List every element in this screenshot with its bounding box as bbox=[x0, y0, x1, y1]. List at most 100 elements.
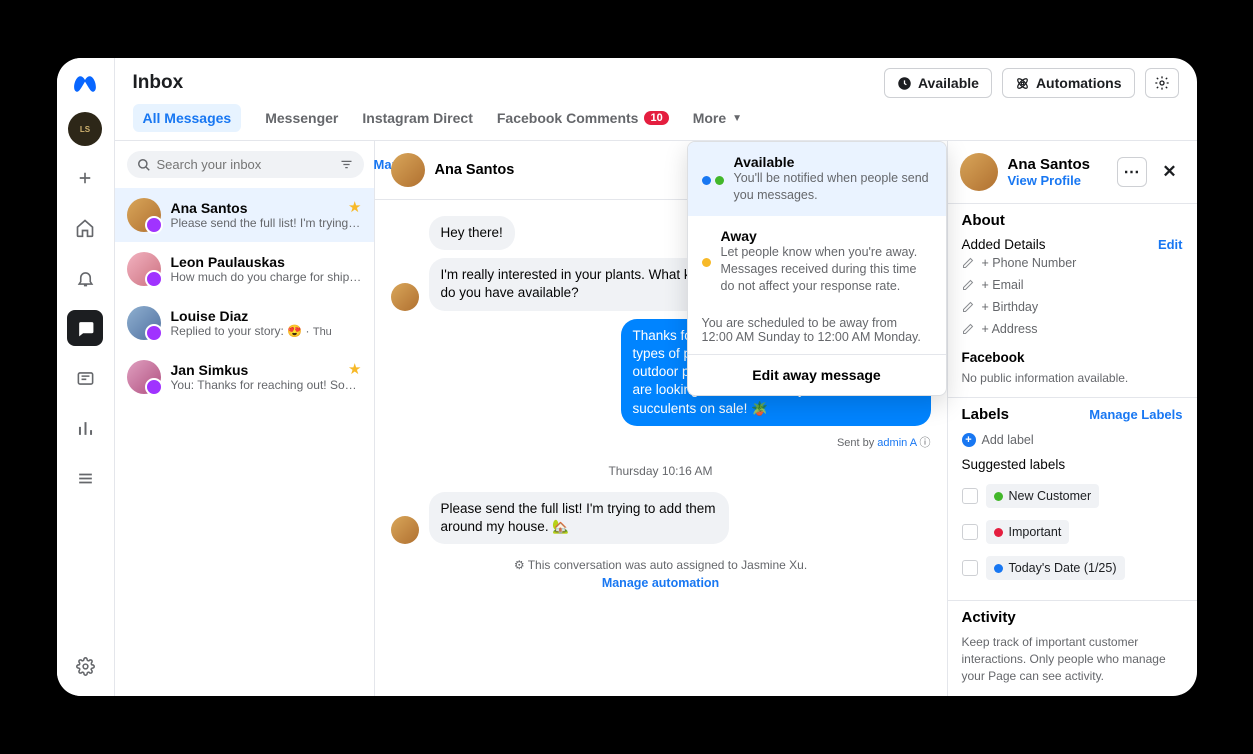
main-column: Inbox Available Automations All Messages… bbox=[115, 58, 1197, 696]
available-desc: You'll be notified when people send you … bbox=[734, 170, 932, 204]
availability-dropdown: Available You'll be notified when people… bbox=[687, 141, 947, 396]
bell-icon[interactable] bbox=[67, 260, 103, 296]
content-area: Manage Ana Santos Please send the full l… bbox=[115, 141, 1197, 696]
label-row[interactable]: Today's Date (1/25) bbox=[962, 552, 1183, 584]
clock-icon bbox=[897, 76, 912, 91]
available-button[interactable]: Available bbox=[884, 68, 992, 98]
label-dot bbox=[994, 492, 1003, 501]
no-public-info: No public information available. bbox=[962, 371, 1183, 385]
filter-icon[interactable] bbox=[339, 157, 354, 172]
brand-avatar[interactable]: LS bbox=[68, 112, 102, 146]
conversation-item[interactable]: Louise Diaz Replied to your story: 😍 · T… bbox=[115, 296, 374, 350]
chat-thread: Ana Santos Hey there! I'm really interes… bbox=[375, 141, 947, 696]
home-icon[interactable] bbox=[67, 210, 103, 246]
conversation-item[interactable]: Leon Paulauskas How much do you charge f… bbox=[115, 242, 374, 296]
posts-icon[interactable] bbox=[67, 360, 103, 396]
suggested-labels-title: Suggested labels bbox=[962, 457, 1183, 472]
label-row[interactable]: New Customer bbox=[962, 480, 1183, 512]
page-title: Inbox bbox=[133, 72, 184, 94]
tab-messenger[interactable]: Messenger bbox=[265, 106, 338, 130]
pencil-icon bbox=[962, 279, 974, 291]
manage-automation-link[interactable]: Manage automation bbox=[391, 576, 931, 590]
conversation-preview: Replied to your story: 😍 bbox=[171, 324, 303, 338]
avatar bbox=[391, 283, 419, 311]
sent-by-line: Sent by admin A ⓘ bbox=[391, 434, 931, 450]
status-dots bbox=[702, 231, 711, 295]
close-button[interactable]: ✕ bbox=[1155, 157, 1185, 187]
sent-by-admin-link[interactable]: admin A bbox=[877, 437, 916, 449]
menu-icon[interactable] bbox=[67, 460, 103, 496]
pencil-icon bbox=[962, 301, 974, 313]
info-icon[interactable]: ⓘ bbox=[920, 437, 931, 449]
add-email[interactable]: + Email bbox=[962, 274, 1183, 296]
conversation-item[interactable]: Jan Simkus You: Thanks for reaching out!… bbox=[115, 350, 374, 404]
conversation-item[interactable]: Ana Santos Please send the full list! I'… bbox=[115, 188, 374, 242]
add-icon[interactable] bbox=[67, 160, 103, 196]
meta-logo-icon[interactable] bbox=[71, 70, 99, 98]
label-row[interactable]: Important bbox=[962, 516, 1183, 548]
tab-facebook-comments[interactable]: Facebook Comments 10 bbox=[497, 106, 669, 130]
tab-more[interactable]: More ▼ bbox=[693, 106, 742, 130]
edit-details-link[interactable]: Edit bbox=[1158, 237, 1183, 252]
add-address[interactable]: + Address bbox=[962, 318, 1183, 340]
star-icon: ★ bbox=[348, 198, 361, 216]
labels-section: Labels Manage Labels + Add label Suggest… bbox=[948, 397, 1197, 600]
inbox-icon[interactable] bbox=[67, 310, 103, 346]
automations-button[interactable]: Automations bbox=[1002, 68, 1135, 98]
label-dot bbox=[994, 564, 1003, 573]
label-dot bbox=[994, 528, 1003, 537]
manage-labels-link[interactable]: Manage Labels bbox=[1089, 407, 1182, 422]
checkbox[interactable] bbox=[962, 488, 978, 504]
fb-comments-badge: 10 bbox=[644, 111, 668, 125]
details-name: Ana Santos bbox=[1008, 156, 1091, 173]
view-profile-link[interactable]: View Profile bbox=[1008, 173, 1091, 188]
automations-label: Automations bbox=[1036, 75, 1122, 91]
message-bubble: Please send the full list! I'm trying to… bbox=[429, 492, 729, 544]
edit-away-message-button[interactable]: Edit away message bbox=[688, 354, 946, 395]
available-title: Available bbox=[734, 154, 932, 170]
availability-option-available[interactable]: Available You'll be notified when people… bbox=[688, 142, 946, 216]
conversation-name: Leon Paulauskas bbox=[171, 254, 362, 270]
avatar bbox=[127, 198, 161, 232]
checkbox[interactable] bbox=[962, 560, 978, 576]
gear-button[interactable] bbox=[1145, 68, 1179, 98]
activity-desc: Keep track of important customer interac… bbox=[962, 634, 1183, 684]
chevron-down-icon: ▼ bbox=[732, 113, 742, 124]
details-header: Ana Santos View Profile ⋯ ✕ bbox=[948, 141, 1197, 203]
app-frame: LS Inbox Available Automations bbox=[57, 58, 1197, 696]
add-phone[interactable]: + Phone Number bbox=[962, 252, 1183, 274]
activity-section: Activity Keep track of important custome… bbox=[948, 600, 1197, 696]
add-label-button[interactable]: + Add label bbox=[962, 433, 1183, 447]
tab-instagram-direct[interactable]: Instagram Direct bbox=[362, 106, 472, 130]
message-row: Please send the full list! I'm trying to… bbox=[391, 492, 931, 544]
away-title: Away bbox=[721, 228, 932, 244]
settings-icon[interactable] bbox=[67, 648, 103, 684]
facebook-section-label: Facebook bbox=[962, 350, 1183, 365]
star-icon: ★ bbox=[348, 360, 361, 378]
tab-more-label: More bbox=[693, 110, 726, 126]
insights-icon[interactable] bbox=[67, 410, 103, 446]
checkbox[interactable] bbox=[962, 524, 978, 540]
add-birthday[interactable]: + Birthday bbox=[962, 296, 1183, 318]
time-separator: Thursday 10:16 AM bbox=[391, 464, 931, 478]
avatar bbox=[391, 516, 419, 544]
away-schedule-note: You are scheduled to be away from 12:00 … bbox=[688, 306, 946, 354]
avatar bbox=[391, 153, 425, 187]
tabs-row: All Messages Messenger Instagram Direct … bbox=[115, 104, 1197, 141]
conversation-preview: Please send the full list! I'm trying to… bbox=[171, 216, 362, 230]
avatar bbox=[960, 153, 998, 191]
tab-fb-label: Facebook Comments bbox=[497, 110, 639, 126]
tab-all-messages[interactable]: All Messages bbox=[133, 104, 242, 132]
labels-title: Labels bbox=[962, 406, 1010, 423]
search-box[interactable] bbox=[127, 151, 364, 178]
message-bubble: Hey there! bbox=[429, 216, 515, 250]
gear-icon bbox=[1154, 75, 1170, 91]
conversation-preview: How much do you charge for shippin… bbox=[171, 270, 362, 284]
message-bubble: I'm really interested in your plants. Wh… bbox=[429, 258, 729, 310]
search-input[interactable] bbox=[157, 157, 333, 172]
search-icon bbox=[137, 158, 151, 172]
more-options-button[interactable]: ⋯ bbox=[1117, 157, 1147, 187]
pencil-icon bbox=[962, 257, 974, 269]
availability-option-away[interactable]: Away Let people know when you're away. M… bbox=[688, 216, 946, 307]
activity-title: Activity bbox=[962, 609, 1183, 626]
